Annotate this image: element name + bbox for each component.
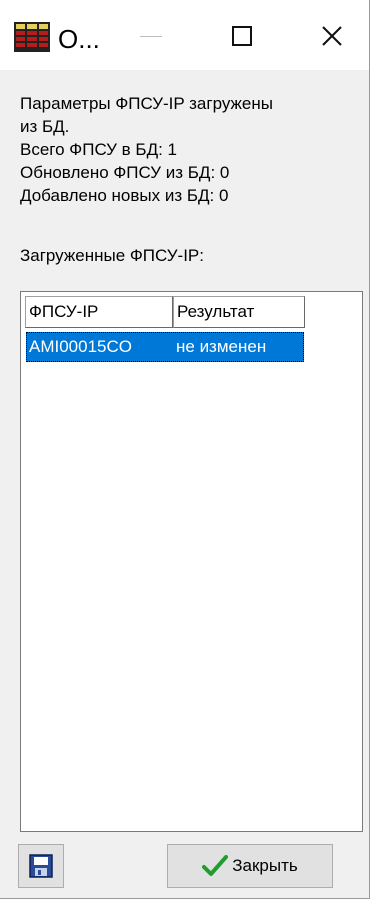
status-info: Параметры ФПСУ-IP загружены из БД. Всего Ф… [20, 92, 273, 207]
info-line: Добавлено новых из БД: 0 [20, 186, 229, 205]
close-icon [322, 26, 342, 46]
close-button[interactable]: Закрыть [167, 844, 333, 888]
window-title: О... [58, 24, 100, 54]
minimize-button[interactable] [116, 10, 186, 62]
minimize-icon [140, 35, 162, 37]
info-line: Обновлено ФПСУ из БД: 0 [20, 163, 230, 182]
info-line: Параметры ФПСУ-IP загружены [20, 94, 273, 113]
row-device-cell: AMI00015CO [29, 337, 132, 356]
maximize-button[interactable] [207, 10, 277, 62]
maximize-icon [232, 26, 252, 46]
loaded-list-label: Загруженные ФПСУ-IP: [20, 246, 204, 265]
save-button[interactable] [18, 844, 64, 888]
info-line: из БД. [20, 117, 70, 136]
close-button-label: Закрыть [232, 856, 298, 875]
info-line: Всего ФПСУ в БД: 1 [20, 140, 178, 159]
column-header-result[interactable]: Результат [173, 296, 305, 328]
floppy-disk-icon [29, 854, 53, 878]
dialog-window: О... Параметры ФПСУ-IP загружены из БД. Вс… [0, 0, 370, 899]
row-result-cell: не изменен [176, 337, 267, 356]
green-check-icon [202, 855, 229, 876]
column-header-device[interactable]: ФПСУ-IP [25, 296, 173, 328]
list-row[interactable]: AMI00015CO не изменен [26, 332, 304, 362]
loaded-devices-list[interactable]: ФПСУ-IP Результат AMI00015CO не изменен [20, 291, 363, 832]
close-window-button[interactable] [297, 10, 367, 62]
list-header: ФПСУ-IP Результат [25, 296, 305, 328]
title-bar[interactable]: О... [0, 0, 369, 70]
grid-app-icon [14, 22, 50, 52]
